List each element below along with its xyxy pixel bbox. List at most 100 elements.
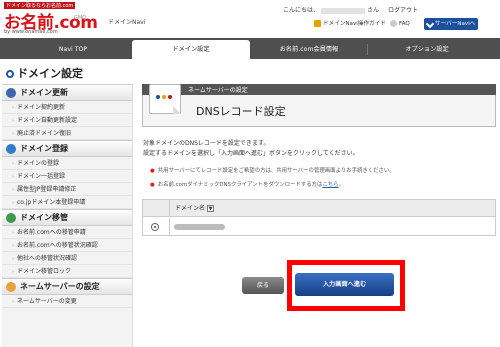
header: ドメイン取るならお名前.com お名前.com GMO by www.onama… [0,0,500,38]
logo-url: by www.onamae.com [4,29,58,35]
page-title: ドメイン設定 [6,65,83,81]
sidebar-item-label: ネームサーバーの変更 [17,298,77,305]
sidebar-section-renewal[interactable]: ドメイン更新 [2,84,132,101]
download-link[interactable]: こちら [322,182,338,188]
sidebar-item-bulk-register[interactable]: › ドメイン一括登録 [2,170,132,183]
column-header-domain: ドメイン名 ▼ [169,200,215,217]
table-header: ドメイン名 ▼ [143,200,495,217]
dot-icon [156,95,160,99]
main-nav: Navi TOP ドメイン設定 お名前.com会員情報 オプション設定 [0,38,500,59]
section-title: ネームサーバーの設定 [20,282,100,291]
note-text-end: 。 [338,182,344,188]
page-title-text: ドメイン設定 [17,67,83,80]
logo-gmo: GMO [74,15,87,21]
description: 対象ドメインのDNSレコードを設定できます。 設定するドメインを選択し「入力画面… [143,139,359,159]
tab-label: お名前.com会員情報 [279,46,339,53]
sidebar-item-label: 他社への移管状況確認 [17,255,78,262]
column-divider [169,218,170,236]
column-header-label: ドメイン名 [175,205,206,212]
panel-title: DNSレコード設定 [196,105,286,118]
sidebar-item-label: 廃止済ドメイン復旧 [17,130,72,137]
description-line: 対象ドメインのDNSレコードを設定できます。 [143,140,270,147]
panel-title-box: DNSレコード設定 [142,84,496,127]
tab-option-settings[interactable]: オプション設定 [368,40,486,59]
arrow-icon: › [12,299,14,305]
sidebar-item-label: ドメイン一括登録 [17,173,66,180]
transfer-globe-icon [6,213,16,223]
note-shared-server: ● 共用サーバーにてレコード設定をご希望の方は、共用サーバーの管理画面よりお手続き… [150,166,395,174]
greeting-suffix: さん [367,7,380,14]
sidebar-item-auto-renewal[interactable]: › ドメイン自動更新設定 [2,114,132,127]
server-navi-label: サーバーNaviへ [435,21,476,27]
sidebar-item-label: ドメイン自動更新設定 [17,117,78,124]
sidebar-item-contract-renewal[interactable]: › ドメイン契約更新 [2,101,132,114]
sidebar-item-transfer-in-status[interactable]: › お名前.comへの移管状況確認 [2,239,132,252]
table-row [143,218,495,236]
server-navi-button[interactable]: サーバーNaviへ [424,18,479,30]
sidebar: ドメイン更新 › ドメイン契約更新 › ドメイン自動更新設定 › 廃止済ドメイン復旧 … [2,84,133,347]
tab-navi-top[interactable]: Navi TOP [14,40,132,59]
tab-member-info[interactable]: お名前.com会員情報 [250,40,368,59]
dot-icon [168,95,172,99]
question-icon [390,20,397,27]
masked-domain-name [174,224,225,230]
check-icon [425,19,435,28]
sidebar-item-jp-correction[interactable]: › 属性型JP登録申請修正 [2,183,132,196]
sidebar-item-transfer-out-status[interactable]: › 他社への移管状況確認 [2,252,132,265]
proceed-button[interactable]: 入力画面へ進む [295,273,394,296]
sidebar-item-label: 属性型JP登録申請修正 [17,186,77,193]
sidebar-item-label: ドメイン移管ロック [17,268,72,275]
domain-radio[interactable] [151,223,159,231]
sidebar-item-cojp-register[interactable]: › co.jpドメイン本登録申請 [2,196,132,209]
back-button[interactable]: 戻る [242,277,284,294]
sidebar-item-register[interactable]: › ドメインの登録 [2,157,132,170]
guide-icon [314,20,321,27]
dns-document-icon [149,84,181,114]
greeting: こんにちは、 さん ログアウト [283,5,418,14]
bullet-icon: ● [150,168,155,174]
note-dynamic-dns: ● お名前.comダイナミックDNSクライアントをダウンロードする方はこちら。 [150,180,344,188]
domain-navi-label: ドメインNavi [108,19,146,26]
sidebar-item-label: お名前.comへの移管申請 [17,229,86,236]
tab-label: Navi TOP [58,46,88,53]
bullet-icon: ● [150,182,155,188]
section-title: ドメイン登録 [20,144,68,153]
tab-label: オプション設定 [405,46,449,53]
circle-icon [6,70,14,78]
note-text: 共用サーバーにてレコード設定をご希望の方は、共用サーバーの管理画面よりお手続きく… [157,168,395,174]
nameserver-icon [6,282,16,292]
section-title: ドメイン更新 [20,88,68,97]
sidebar-section-transfer[interactable]: ドメイン移管 [2,209,132,226]
tab-label: ドメイン設定 [172,46,210,53]
guide-button[interactable]: ドメインNavi操作ガイド [311,18,389,30]
dot-icon [162,95,166,99]
logout-link[interactable]: ログアウト [388,7,418,14]
onamae-logo[interactable]: ドメイン取るならお名前.com お名前.com GMO by www.onama… [4,2,102,36]
sidebar-item-transfer-in[interactable]: › お名前.comへの移管申請 [2,226,132,239]
refresh-icon [6,88,16,98]
plus-globe-icon [6,144,16,154]
sidebar-item-restore[interactable]: › 廃止済ドメイン復旧 [2,127,132,140]
guide-button-label: ドメインNavi操作ガイド [323,21,386,27]
sidebar-item-label: ドメインの登録 [17,160,60,167]
section-title: ドメイン移管 [20,213,68,222]
sidebar-section-nameserver[interactable]: ネームサーバーの設定 [2,278,132,295]
note-text: お名前.comダイナミックDNSクライアントをダウンロードする方は [157,182,323,188]
sort-icon[interactable]: ▼ [207,205,215,212]
panel-header: ネームサーバーの設定 [142,84,496,95]
page-fold [173,106,181,114]
greeting-prefix: こんにちは、 [283,7,320,14]
description-line: 設定するドメインを選択し「入力画面へ進む」ボタンをクリックしてください。 [143,150,359,157]
domain-table: ドメイン名 ▼ [142,199,496,236]
sidebar-item-label: ドメイン契約更新 [17,104,66,111]
sidebar-item-nameserver-change[interactable]: › ネームサーバーの変更 [2,295,132,308]
tab-domain-settings[interactable]: ドメイン設定 [132,40,250,59]
sidebar-item-label: お名前.comへの移管状況確認 [17,242,98,249]
sidebar-item-label: co.jpドメイン本登録申請 [17,199,86,206]
faq-button-label: FAQ [399,21,410,27]
panel-header-text: ネームサーバーの設定 [188,87,248,94]
sidebar-section-registration[interactable]: ドメイン登録 [2,140,132,157]
faq-button[interactable]: FAQ [387,18,413,30]
sidebar-item-transfer-lock[interactable]: › ドメイン移管ロック [2,265,132,278]
masked-username [321,7,366,14]
